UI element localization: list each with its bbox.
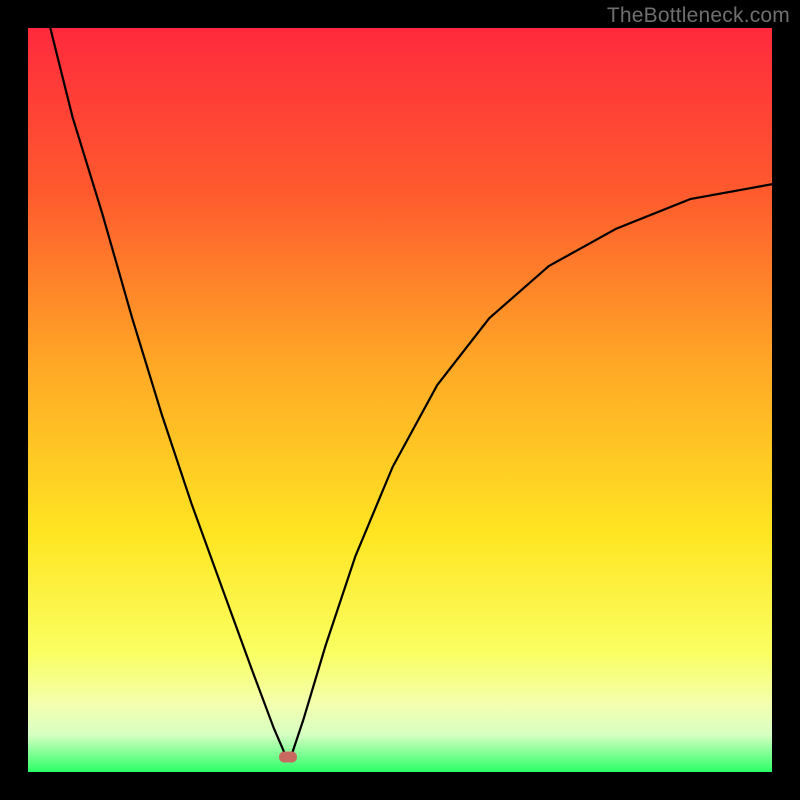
watermark-text: TheBottleneck.com <box>607 4 790 28</box>
bottleneck-marker <box>279 752 297 763</box>
outer-frame: TheBottleneck.com <box>0 0 800 800</box>
plot-area <box>28 28 772 772</box>
